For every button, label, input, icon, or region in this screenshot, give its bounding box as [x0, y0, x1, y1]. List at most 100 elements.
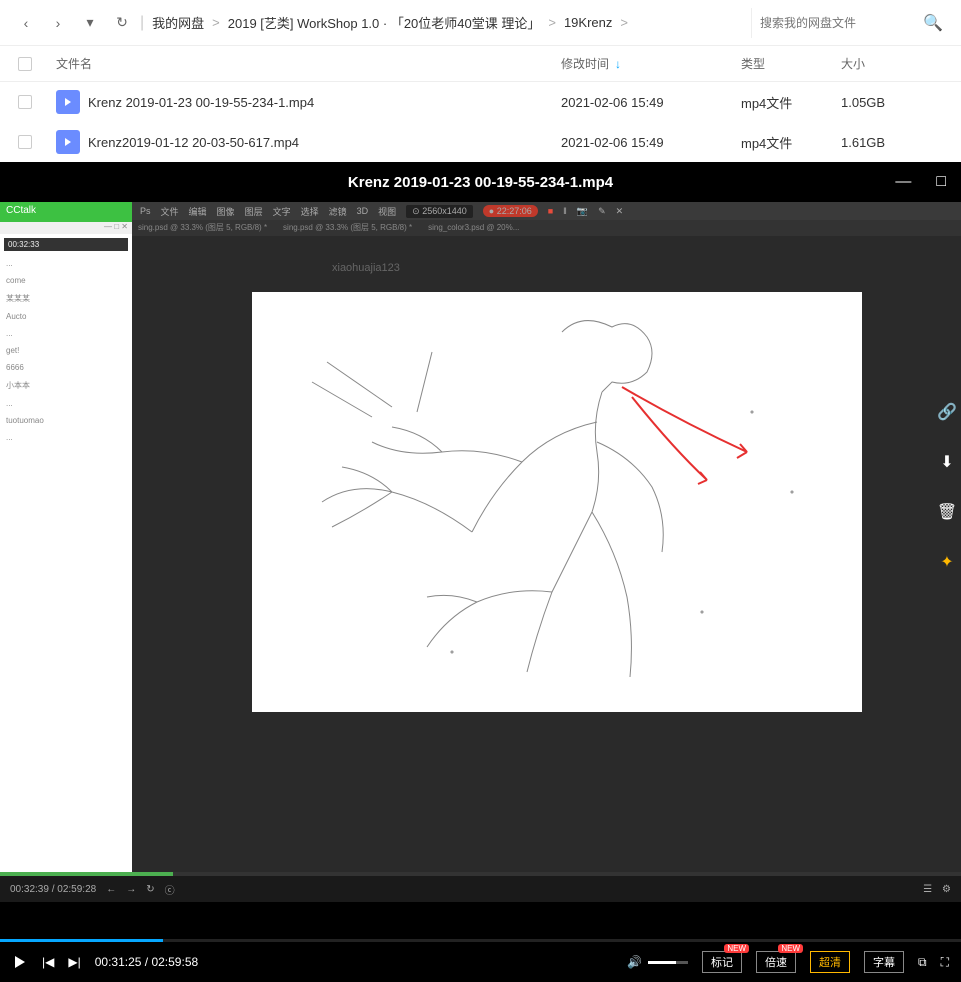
prev-icon[interactable]: ← [106, 884, 116, 895]
table-row[interactable]: Krenz 2019-01-23 00-19-55-234-1.mp4 2021… [0, 82, 961, 122]
chat-item: Aucto [4, 308, 128, 325]
ps-tabs: sing.psd @ 33.3% (图层 5, RGB/8) * sing.ps… [132, 220, 961, 236]
chat-item: 6666 [4, 359, 128, 376]
download-icon[interactable]: ⬇ [940, 452, 953, 472]
bc-sep: > [546, 15, 558, 30]
camera-icon[interactable]: 📷 [577, 206, 588, 217]
bc-root[interactable]: 我的网盘 [146, 13, 210, 32]
chat-item: get! [4, 342, 128, 359]
video-player: Krenz 2019-01-23 00-19-55-234-1.mp4 — □ … [0, 162, 961, 982]
chat-item: come [4, 272, 128, 289]
forward-button[interactable]: › [42, 7, 74, 39]
new-badge: NEW [724, 944, 749, 953]
play-icon[interactable] [12, 954, 28, 970]
menu-item[interactable]: 选择 [301, 205, 319, 218]
next-icon[interactable]: → [126, 884, 136, 895]
minimize-icon[interactable]: — [895, 173, 911, 191]
resolution-badge: ⊙ 2560x1440 [406, 205, 473, 218]
menu-item[interactable]: 视图 [378, 205, 396, 218]
checkbox[interactable] [18, 95, 32, 109]
close-icon[interactable]: ✕ [616, 206, 624, 217]
replay-icon[interactable]: ↻ [146, 884, 154, 895]
chat-item: ... [4, 255, 128, 272]
edit-icon[interactable]: ✎ [598, 206, 606, 217]
col-size-header[interactable]: 大小 [841, 55, 961, 72]
col-check[interactable] [0, 57, 50, 71]
breadcrumb: 我的网盘 > 2019 [艺类] WorkShop 1.0 · 「20位老师40… [146, 13, 751, 32]
speed-button[interactable]: 倍速NEW [756, 951, 796, 973]
col-type-header[interactable]: 类型 [741, 55, 841, 72]
file-type: mp4文件 [741, 133, 841, 152]
chat-item: 某某某 [4, 289, 128, 308]
dropdown-button[interactable]: ▾ [74, 7, 106, 39]
back-button[interactable]: ‹ [10, 7, 42, 39]
photoshop-window: Ps 文件 编辑 图像 图层 文字 选择 滤镜 3D 视图 ⊙ 2560x144… [132, 202, 961, 902]
search-icon[interactable]: 🔍 [923, 13, 943, 33]
menu-item[interactable]: 3D [357, 206, 369, 216]
new-badge: NEW [778, 944, 803, 953]
checkbox[interactable] [18, 135, 32, 149]
rec-badge: ● 22:27:06 [483, 205, 538, 217]
search-box: 🔍 [751, 8, 951, 38]
top-nav: ‹ › ▾ ↻ | 我的网盘 > 2019 [艺类] WorkShop 1.0 … [0, 0, 961, 46]
time-display: 00:31:25 / 02:59:58 [95, 955, 198, 969]
pause-icon[interactable]: ‖ [563, 206, 567, 216]
bc-sep: > [210, 15, 222, 30]
file-name: Krenz2019-01-12 20-03-50-617.mp4 [88, 135, 299, 150]
table-row[interactable]: Krenz2019-01-12 20-03-50-617.mp4 2021-02… [0, 122, 961, 162]
col-date-header[interactable]: 修改时间 ↓ [561, 55, 741, 72]
video-file-icon [56, 130, 80, 154]
volume-icon[interactable]: 🔊 [627, 955, 688, 969]
menu-item[interactable]: 图像 [217, 205, 235, 218]
ps-menubar: Ps 文件 编辑 图像 图层 文字 选择 滤镜 3D 视图 ⊙ 2560x144… [132, 202, 961, 220]
mark-button[interactable]: 标记NEW [702, 951, 742, 973]
menu-item[interactable]: 文件 [161, 205, 179, 218]
watermark: xiaohuajia123 [332, 262, 400, 274]
cctalk-header: CCtalk [0, 202, 132, 222]
file-date: 2021-02-06 15:49 [561, 95, 741, 110]
subtitle-button[interactable]: 字幕 [864, 951, 904, 973]
chat-item: ... [4, 325, 128, 342]
fullscreen-icon[interactable]: ⛶ [941, 955, 949, 970]
checkbox-all[interactable] [18, 57, 32, 71]
maximize-icon[interactable]: □ [936, 173, 946, 191]
prev-track-icon[interactable]: |◀ [42, 955, 54, 969]
bc-folder2[interactable]: 19Krenz [558, 15, 618, 30]
link-icon[interactable]: 🔗 [937, 402, 957, 422]
col-name-header[interactable]: 文件名 [50, 55, 561, 72]
bc-folder1[interactable]: 2019 [艺类] WorkShop 1.0 · 「20位老师40堂课 理论」 [222, 13, 547, 32]
settings-icon[interactable]: ⚙ [942, 884, 951, 895]
cctalk-wincontrols: — □ ✕ [0, 222, 132, 234]
star-icon[interactable]: ✦ [940, 552, 953, 572]
stop-icon[interactable]: ■ [548, 206, 553, 216]
window-controls: — □ [895, 173, 946, 191]
inner-time: 00:32:39 / 02:59:28 [10, 884, 96, 895]
delete-icon[interactable]: 🗑 [937, 502, 957, 522]
menu-item[interactable]: 文字 [273, 205, 291, 218]
refresh-button[interactable]: ↻ [106, 7, 138, 39]
bc-sep: > [618, 15, 630, 30]
sort-arrow-icon: ↓ [615, 57, 621, 71]
video-content: CCtalk — □ ✕ 00:32:33 ... come 某某某 Aucto… [0, 202, 961, 902]
video-title: Krenz 2019-01-23 00-19-55-234-1.mp4 [348, 174, 613, 191]
date-label: 修改时间 [561, 55, 609, 72]
list-icon[interactable]: ☰ [923, 884, 932, 895]
quality-button[interactable]: 超清 [810, 951, 850, 973]
timestamp-badge: 00:32:33 [4, 238, 128, 251]
cc-icon[interactable]: ⓒ [165, 882, 175, 897]
cctalk-panel: CCtalk — □ ✕ 00:32:33 ... come 某某某 Aucto… [0, 202, 132, 902]
separator: | [140, 14, 144, 32]
pip-icon[interactable]: ⧉ [918, 955, 927, 970]
inner-controls: 00:32:39 / 02:59:28 ← → ↻ ⓒ ☰ ⚙ [0, 876, 961, 902]
outer-controls: |◀ ▶| 00:31:25 / 02:59:58 🔊 标记NEW 倍速NEW … [0, 942, 961, 982]
search-input[interactable] [760, 16, 923, 30]
video-file-icon [56, 90, 80, 114]
file-type: mp4文件 [741, 93, 841, 112]
file-date: 2021-02-06 15:49 [561, 135, 741, 150]
canvas-area [252, 292, 862, 712]
menu-item[interactable]: 编辑 [189, 205, 207, 218]
menu-item[interactable]: 滤镜 [329, 205, 347, 218]
menu-item[interactable]: 图层 [245, 205, 263, 218]
next-track-icon[interactable]: ▶| [68, 955, 80, 969]
file-name: Krenz 2019-01-23 00-19-55-234-1.mp4 [88, 95, 314, 110]
